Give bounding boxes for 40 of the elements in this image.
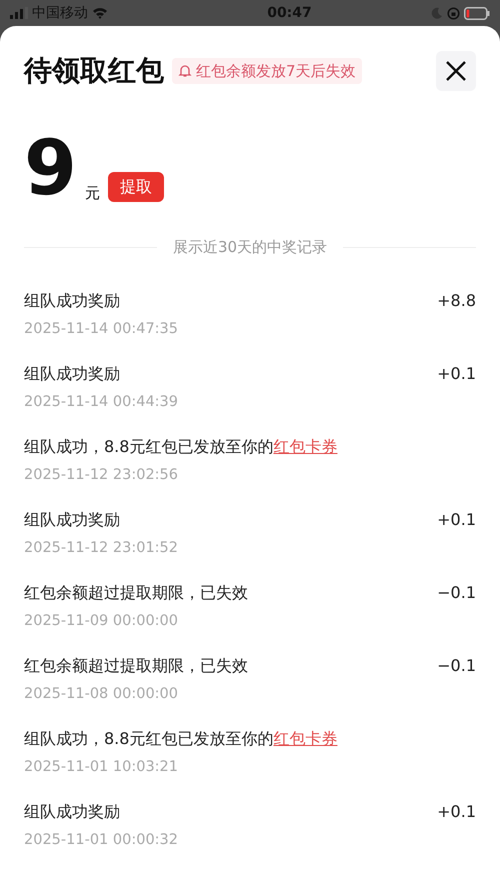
- carrier-name: 中国移动: [32, 4, 88, 22]
- record-time: 2025-11-14 00:47:35: [24, 320, 178, 338]
- record-title: 组队成功，8.8元红包已发放至你的红包卡券: [24, 728, 338, 750]
- close-button[interactable]: [436, 51, 476, 91]
- signal-icon: [10, 7, 28, 19]
- record-time: 2025-11-12 23:01:52: [24, 538, 178, 558]
- section-label: 展示近30天的中奖记录: [172, 237, 328, 258]
- amount-change: −0.1: [437, 654, 476, 676]
- page-title: 待领取红包: [24, 53, 164, 89]
- voucher-link[interactable]: 红包卡券: [273, 436, 338, 456]
- battery-icon: [464, 6, 490, 20]
- close-icon: [445, 60, 467, 82]
- amount-change: +0.1: [437, 800, 476, 822]
- record-time: 2025-11-14 00:44:39: [24, 392, 178, 412]
- record-time: 2025-11-01 10:03:21: [24, 758, 179, 776]
- wifi-icon: [92, 7, 108, 19]
- record-title: 红包余额超过提取期限，已失效: [24, 654, 248, 676]
- record-title: 红包余额超过提取期限，已失效: [24, 582, 248, 604]
- rotation-lock-icon: [446, 6, 460, 20]
- voucher-link[interactable]: 红包卡券: [273, 728, 338, 748]
- notice-banner: 红包余额发放7天后失效: [172, 58, 362, 84]
- moon-icon: [430, 7, 443, 19]
- record-title: 组队成功奖励: [24, 800, 121, 822]
- amount-change: +8.8: [437, 290, 476, 312]
- withdraw-button[interactable]: 提取: [108, 172, 164, 202]
- record-title: 组队成功奖励: [24, 362, 121, 384]
- record-time: 2025-11-01 00:00:32: [24, 830, 178, 850]
- record-title: 组队成功奖励: [24, 290, 121, 312]
- balance-amount: 9: [24, 130, 77, 206]
- record-time: 2025-11-09 00:00:00: [24, 612, 179, 630]
- amount-change: +0.1: [437, 362, 476, 384]
- amount-change: −0.1: [437, 582, 476, 604]
- record-time: 2025-11-08 00:00:00: [24, 684, 179, 704]
- record-title: 组队成功奖励: [24, 508, 121, 530]
- bell-icon: [178, 64, 192, 78]
- clock-time: 00:47: [267, 4, 312, 22]
- record-time: 2025-11-12 23:02:56: [24, 466, 179, 484]
- currency-unit: 元: [84, 182, 100, 204]
- record-title: 组队成功，8.8元红包已发放至你的红包卡券: [24, 436, 338, 458]
- amount-change: +0.1: [437, 508, 476, 530]
